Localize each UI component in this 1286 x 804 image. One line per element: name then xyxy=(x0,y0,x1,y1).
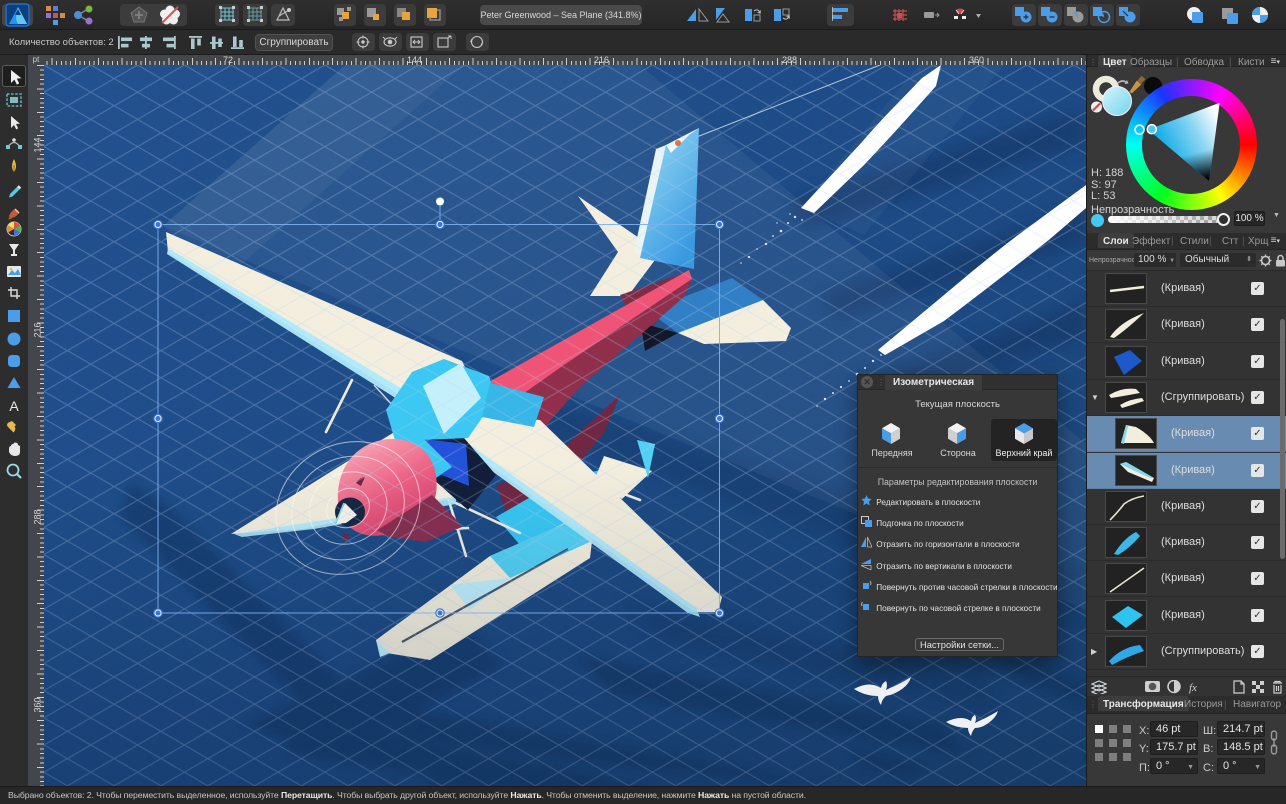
svg-text:A: A xyxy=(9,398,19,414)
svg-text:fx: fx xyxy=(1189,682,1197,694)
